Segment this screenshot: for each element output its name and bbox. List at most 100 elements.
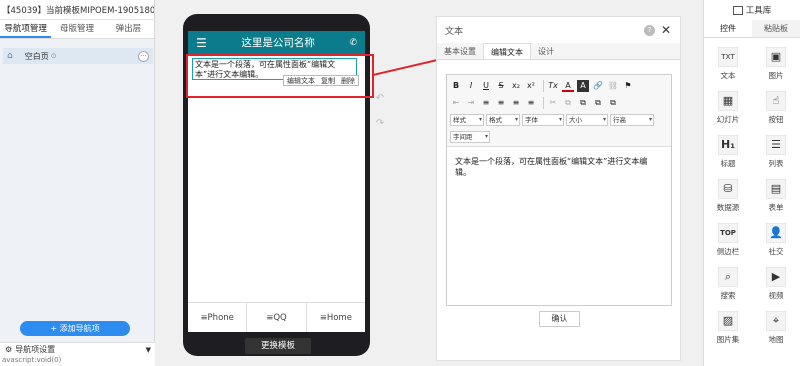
paste-button[interactable]: ⧉: [577, 97, 589, 109]
template-title-bar: 【45039】当前模板MIPOEM-19051800 ⚙: [0, 0, 154, 20]
tab-clipboard[interactable]: 粘贴板: [752, 20, 800, 37]
page-item-blank[interactable]: ⌂ 空白页 ⊙ ···: [3, 48, 153, 64]
toolbox-header: 工具库: [704, 0, 800, 20]
widget-sidebar[interactable]: TOP 侧边栏: [704, 218, 752, 262]
widget-image[interactable]: ▣ 图片: [752, 42, 800, 86]
toolbox-tabs: 控件 粘贴板: [704, 20, 800, 38]
widget-label: 幻灯片: [716, 115, 740, 124]
user-add-icon: 👤: [766, 223, 786, 243]
widget-label: 视频: [768, 291, 784, 300]
nav-settings-label: 导航项设置: [15, 345, 56, 354]
tab-design[interactable]: 设计: [531, 43, 561, 59]
top-icon: TOP: [718, 223, 738, 243]
widget-text[interactable]: TXT 文本: [704, 42, 752, 86]
change-template-button[interactable]: 更换模板: [245, 338, 311, 354]
toolbar-separator: [543, 79, 544, 92]
video-icon: ▶: [766, 267, 786, 287]
outdent-button[interactable]: ⇤: [450, 97, 462, 109]
italic-button[interactable]: I: [465, 80, 477, 92]
toolbar-row-4: 字间距: [450, 128, 668, 145]
format-select[interactable]: 格式: [486, 113, 520, 126]
widget-heading[interactable]: H₁ 标题: [704, 130, 752, 174]
widget-label: 图片: [768, 71, 784, 80]
widget-gallery[interactable]: ▨ 图片集: [704, 306, 752, 350]
hamburger-icon[interactable]: ☰: [196, 36, 207, 50]
paste-text-button[interactable]: ⧉: [592, 97, 604, 109]
tab-basic[interactable]: 基本设置: [437, 43, 483, 59]
slideshow-icon: ▦: [718, 91, 738, 111]
font-color-button[interactable]: A: [562, 80, 574, 92]
bold-button[interactable]: B: [450, 80, 462, 92]
style-select[interactable]: 样式: [450, 113, 484, 126]
map-icon: ⌖: [766, 311, 786, 331]
more-icon[interactable]: ···: [138, 50, 149, 62]
dialog-tabs: 基本设置 编辑文本 设计: [437, 43, 680, 60]
letter-spacing-select[interactable]: 字间距: [450, 130, 490, 143]
database-icon: ⛁: [718, 179, 738, 199]
phone-icon[interactable]: ✆: [349, 38, 357, 48]
tab-edit-text[interactable]: 编辑文本: [483, 43, 531, 59]
size-select[interactable]: 大小: [566, 113, 608, 126]
widget-grid: TXT 文本 ▣ 图片 ▦ 幻灯片 ☝ 按钮 H₁ 标题 ☰ 列表 ⛁ 数据源 ▤ 表单 TOP…: [704, 42, 800, 350]
rich-text-editor: B I U S x₂ x² Tx A A 🔗 ⛓ ⚑ ⇤ ⇥ ≡ ≡ ≡ ≡ ✂…: [446, 74, 672, 306]
dialog-title: 文本: [445, 26, 464, 37]
widget-search[interactable]: ⌕ 搜索: [704, 262, 752, 306]
widget-video[interactable]: ▶ 视频: [752, 262, 800, 306]
indent-button[interactable]: ⇥: [465, 97, 477, 109]
cut-button[interactable]: ✂: [547, 97, 559, 109]
footer-qq[interactable]: ≡QQ: [247, 303, 307, 332]
redo-icon[interactable]: ↷: [373, 117, 387, 131]
link-button[interactable]: 🔗: [592, 80, 604, 92]
close-icon[interactable]: ✕: [661, 23, 671, 37]
footer-home[interactable]: ≡Home: [307, 303, 365, 332]
copy-format-button[interactable]: ⧉: [562, 97, 574, 109]
bg-color-button[interactable]: A: [577, 79, 589, 92]
footer-phone[interactable]: ≡Phone: [188, 303, 248, 332]
pointer-icon: ☝: [766, 91, 786, 111]
toolbox-icon: [732, 5, 743, 15]
tab-master[interactable]: 母版管理: [51, 20, 102, 38]
align-justify-button[interactable]: ≡: [525, 97, 537, 109]
confirm-button[interactable]: 确认: [539, 311, 580, 327]
form-icon: ▤: [766, 179, 786, 199]
help-icon[interactable]: ?: [643, 24, 655, 36]
widget-form[interactable]: ▤ 表单: [752, 174, 800, 218]
undo-icon[interactable]: ↶: [373, 92, 387, 106]
superscript-button[interactable]: x²: [525, 80, 537, 92]
align-right-button[interactable]: ≡: [510, 97, 522, 109]
toolbar-separator: [543, 96, 544, 109]
widget-datasource[interactable]: ⛁ 数据源: [704, 174, 752, 218]
highlight-box: [186, 54, 374, 98]
phone-footer-nav: ≡Phone ≡QQ ≡Home: [188, 302, 365, 332]
widget-list[interactable]: ☰ 列表: [752, 130, 800, 174]
company-name: 这里是公司名称: [241, 37, 315, 49]
widget-social[interactable]: 👤 社交: [752, 218, 800, 262]
widget-button[interactable]: ☝ 按钮: [752, 86, 800, 130]
nav-settings-toggle[interactable]: ⚙ 导航项设置 ▼: [0, 343, 155, 356]
align-center-button[interactable]: ≡: [495, 97, 507, 109]
editor-content[interactable]: 文本是一个段落，可在属性面板“编辑文本”进行文本编辑。: [447, 147, 671, 187]
widget-label: 标题: [720, 159, 736, 168]
anchor-flag-button[interactable]: ⚑: [622, 80, 634, 92]
add-nav-item-button[interactable]: + 添加导航项: [20, 321, 130, 336]
line-height-select[interactable]: 行高: [610, 113, 654, 126]
widget-label: 按钮: [768, 115, 784, 124]
widget-map[interactable]: ⌖ 地图: [752, 306, 800, 350]
subscript-button[interactable]: x₂: [510, 80, 522, 92]
text-icon: TXT: [718, 47, 738, 67]
tab-nav-items[interactable]: 导航项管理: [0, 20, 52, 38]
underline-button[interactable]: U: [480, 80, 492, 92]
widget-slideshow[interactable]: ▦ 幻灯片: [704, 86, 752, 130]
strike-button[interactable]: S: [495, 80, 507, 92]
widget-label: 数据源: [716, 203, 740, 212]
font-select[interactable]: 字体: [522, 113, 564, 126]
toolbox-panel: 工具库 控件 粘贴板 TXT 文本 ▣ 图片 ▦ 幻灯片 ☝ 按钮 H₁ 标题 ☰ 列表 ⛁…: [703, 0, 800, 366]
toolbox-title: 工具库: [745, 6, 772, 16]
tab-popup[interactable]: 弹出层: [103, 20, 154, 38]
left-panel: 【45039】当前模板MIPOEM-19051800 ⚙ 导航项管理 母版管理 …: [0, 0, 155, 366]
paste-word-button[interactable]: ⧉: [607, 97, 619, 109]
tab-controls[interactable]: 控件: [704, 20, 752, 37]
unlink-button[interactable]: ⛓: [607, 80, 619, 92]
clear-format-button[interactable]: Tx: [547, 80, 559, 92]
align-left-button[interactable]: ≡: [480, 97, 492, 109]
